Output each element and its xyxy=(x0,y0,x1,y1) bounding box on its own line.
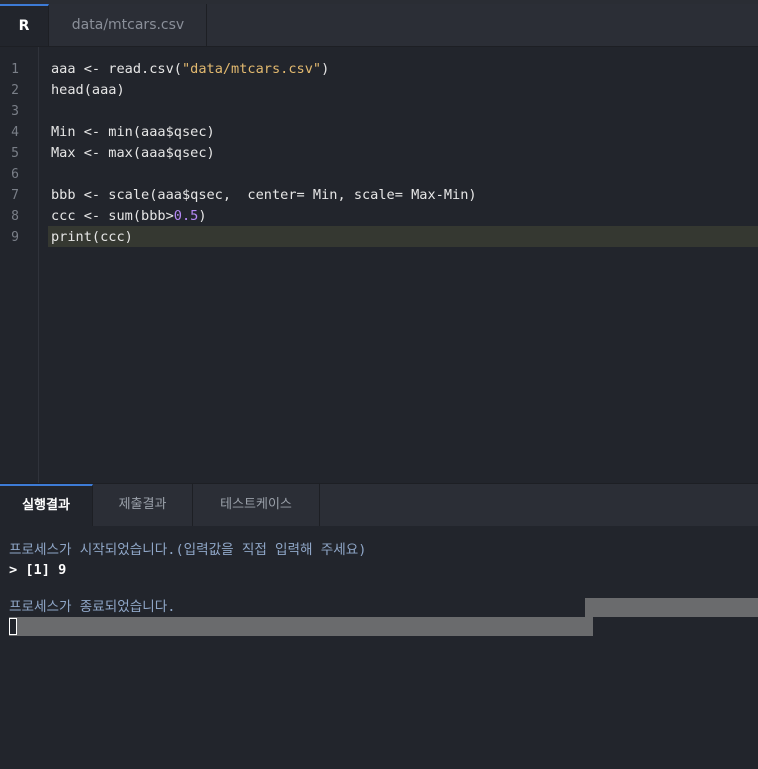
tab-run-result[interactable]: 실행결과 xyxy=(0,484,93,526)
process-end-message: 프로세스가 종료되었습니다. xyxy=(9,599,176,615)
line-number: 9 xyxy=(11,230,19,245)
code-editor[interactable]: 1 2 3 4 5 6 7 8 9 aaa <- read.csv("data/… xyxy=(0,47,758,483)
code-token: bbb <- scale(aaa$qsec, center= Min, scal… xyxy=(51,187,477,203)
code-line[interactable]: ccc <- sum(bbb>0.5) xyxy=(51,206,207,227)
string-token: "data/mtcars.csv" xyxy=(181,61,322,77)
code-line[interactable]: head(aaa) xyxy=(51,80,125,101)
program-output: > [1] 9 xyxy=(9,562,67,578)
line-number: 4 xyxy=(11,125,19,140)
line-number: 1 xyxy=(11,62,19,77)
code-token: head(aaa) xyxy=(51,82,125,98)
tab-language[interactable]: R xyxy=(0,4,49,46)
line-number: 7 xyxy=(11,188,19,203)
code-line-active[interactable]: print(ccc) xyxy=(51,227,133,248)
code-token: print(ccc) xyxy=(51,229,133,245)
text-cursor[interactable] xyxy=(9,618,17,635)
code-token: ) xyxy=(321,61,330,77)
console-output[interactable]: 프로세스가 시작되었습니다.(입력값을 직접 입력해 주세요) > [1] 9 … xyxy=(0,526,758,769)
process-start-message: 프로세스가 시작되었습니다.(입력값을 직접 입력해 주세요) xyxy=(9,542,367,558)
line-number: 5 xyxy=(11,146,19,161)
code-token: ccc <- sum(bbb> xyxy=(51,208,174,224)
code-line[interactable]: Min <- min(aaa$qsec) xyxy=(51,122,215,143)
line-number: 3 xyxy=(11,104,19,119)
selection-highlight xyxy=(585,598,758,617)
line-number: 8 xyxy=(11,209,19,224)
active-line-highlight xyxy=(48,226,758,247)
tab-submit-result[interactable]: 제출결과 xyxy=(93,484,193,526)
code-line[interactable]: Max <- max(aaa$qsec) xyxy=(51,143,215,164)
line-number-gutter: 1 2 3 4 5 6 7 8 9 xyxy=(0,47,39,483)
editor-tab-bar: R data/mtcars.csv xyxy=(0,4,758,47)
line-number: 6 xyxy=(11,167,19,182)
code-line[interactable]: bbb <- scale(aaa$qsec, center= Min, scal… xyxy=(51,185,477,206)
tab-file[interactable]: data/mtcars.csv xyxy=(50,4,207,46)
code-token: Max <- max(aaa$qsec) xyxy=(51,145,215,161)
line-number: 2 xyxy=(11,83,19,98)
code-token: Min <- min(aaa$qsec) xyxy=(51,124,215,140)
output-panel-tabs: 실행결과 제출결과 테스트케이스 xyxy=(0,483,758,527)
code-token: aaa <- read.csv( xyxy=(51,61,182,77)
code-token: ) xyxy=(198,208,207,224)
number-token: 0.5 xyxy=(173,208,199,224)
input-line-highlight xyxy=(9,617,593,636)
code-line[interactable]: aaa <- read.csv("data/mtcars.csv") xyxy=(51,59,329,80)
tab-test-case[interactable]: 테스트케이스 xyxy=(193,484,320,526)
